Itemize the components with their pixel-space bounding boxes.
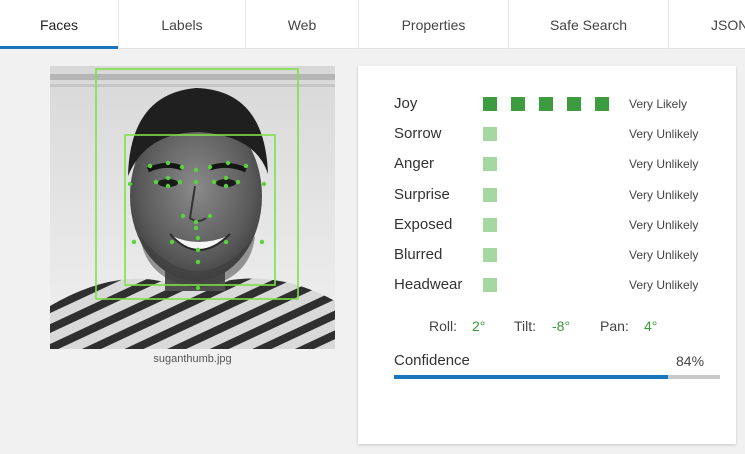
tab-label: Web	[287, 16, 317, 33]
emotion-label: Joy	[394, 95, 418, 112]
tab-web[interactable]: Web	[246, 0, 359, 49]
tab-properties[interactable]: Properties	[359, 0, 509, 49]
likelihood-square	[483, 127, 497, 142]
emotion-row-blurred: Blurred Very Unlikely	[394, 245, 714, 265]
tab-label: Safe Search	[549, 16, 628, 33]
likelihood-text: Very Unlikely	[629, 187, 699, 202]
emotion-label: Blurred	[394, 246, 443, 263]
tab-bar: Faces Labels Web Properties Safe Search …	[0, 0, 745, 49]
likelihood-square	[483, 248, 497, 262]
roll-label: Roll:	[429, 318, 458, 334]
confidence-bar	[394, 375, 720, 379]
emotion-label: Headwear	[394, 276, 463, 294]
tab-json[interactable]: JSON	[669, 0, 745, 49]
likelihood-square	[483, 157, 497, 172]
likelihood-text: Very Unlikely	[629, 217, 699, 232]
emotion-row-joy: Joy Very Likely	[394, 94, 714, 114]
emotion-label: Surprise	[394, 185, 450, 203]
emotion-row-anger: Anger Very Unlikely	[394, 154, 714, 174]
likelihood-square	[483, 278, 497, 293]
likelihood-square	[567, 97, 581, 111]
likelihood-square	[483, 217, 497, 232]
tilt-value: -8°	[552, 318, 571, 334]
likelihood-text: Very Unlikely	[629, 157, 699, 172]
emotion-label: Exposed	[394, 215, 453, 233]
confidence-bar-fill	[394, 375, 668, 379]
pan-label: Pan:	[600, 318, 629, 334]
emotion-label: Sorrow	[394, 125, 442, 143]
likelihood-square	[539, 97, 553, 111]
tab-safe-search[interactable]: Safe Search	[509, 0, 669, 49]
tab-label: Labels	[161, 16, 203, 33]
emotion-row-surprise: Surprise Very Unlikely	[394, 185, 714, 205]
emotion-row-headwear: Headwear Very Unlikely	[394, 275, 714, 295]
analyzed-photo	[50, 66, 335, 349]
roll-value: 2°	[472, 318, 486, 334]
confidence-value: 84%	[676, 353, 705, 369]
pan-value: 4°	[644, 318, 658, 334]
face-results-card: Joy Very Likely Sorrow Very Unlikely Anger Ve…	[358, 66, 736, 444]
tab-label: JSON	[711, 16, 745, 33]
likelihood-square	[483, 97, 497, 111]
emotion-row-exposed: Exposed Very Unlikely	[394, 215, 714, 235]
face-photo	[50, 66, 335, 349]
likelihood-text: Very Likely	[629, 97, 688, 111]
active-tab-indicator	[0, 46, 118, 49]
likelihood-square	[483, 187, 497, 202]
tilt-label: Tilt:	[514, 318, 537, 334]
likelihood-square	[595, 97, 609, 111]
confidence-label: Confidence	[394, 352, 470, 369]
tab-label: Faces	[39, 16, 79, 33]
likelihood-text: Very Unlikely	[629, 127, 699, 142]
tab-label: Properties	[401, 16, 466, 33]
likelihood-text: Very Unlikely	[629, 278, 699, 293]
emotion-label: Anger	[394, 155, 435, 173]
tab-faces[interactable]: Faces	[0, 0, 119, 49]
tab-labels[interactable]: Labels	[119, 0, 246, 49]
likelihood-text: Very Unlikely	[629, 248, 699, 262]
likelihood-square	[511, 97, 525, 111]
emotion-row-sorrow: Sorrow Very Unlikely	[394, 124, 714, 144]
head-angles: Roll: 2° Tilt: -8° Pan: 4°	[358, 316, 736, 336]
image-filename: suganthumb.jpg	[153, 353, 232, 365]
